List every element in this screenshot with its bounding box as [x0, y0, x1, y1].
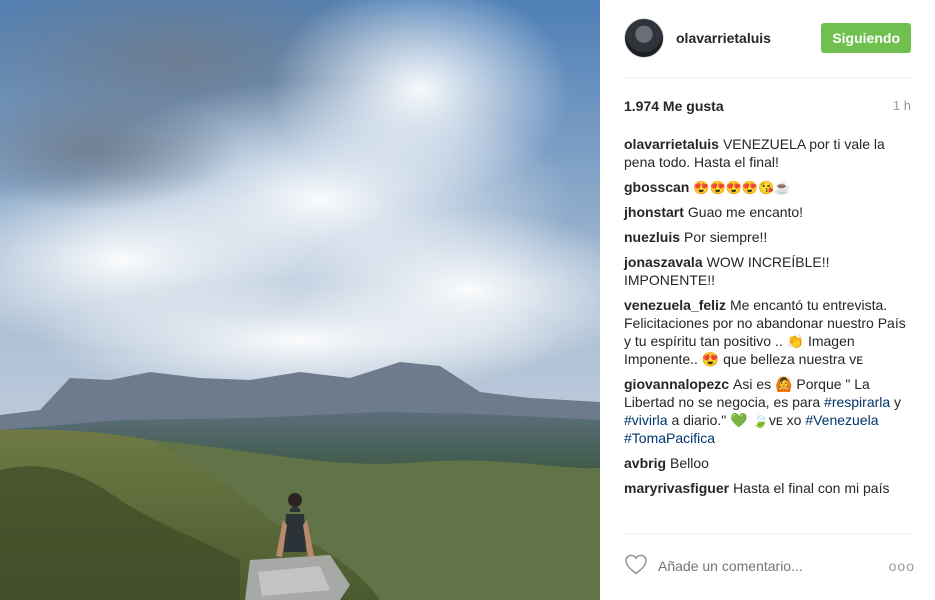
comment-username[interactable]: venezuela_feliz	[624, 297, 726, 313]
comment-username[interactable]: jonaszavala	[624, 254, 703, 270]
comment-text: Belloo	[670, 455, 709, 471]
add-comment-input[interactable]	[658, 558, 889, 574]
comment-item: venezuela_feliz Me encantó tu entrevista.…	[624, 296, 911, 368]
comment-item: jonaszavala WOW INCREÍBLE!! IMPONENTE!!	[624, 253, 911, 289]
footer-divider	[624, 533, 911, 534]
hashtag-link[interactable]: #TomaPacifica	[624, 430, 715, 446]
comment-username[interactable]: jhonstart	[624, 204, 684, 220]
post-header: olavarrietaluis Siguiendo	[624, 16, 911, 60]
comment-item: giovannalopezc Asi es 🙆 Porque " La Liber…	[624, 375, 911, 447]
post-username[interactable]: olavarrietaluis	[676, 30, 821, 46]
comment-text: Guao me encanto!	[687, 204, 804, 220]
comment-username[interactable]: giovannalopezc	[624, 376, 729, 392]
comment-username[interactable]: olavarrietaluis	[624, 136, 719, 152]
following-button[interactable]: Siguiendo	[821, 23, 911, 53]
comments-list: olavarrietaluis VENEZUELA por ti vale la …	[624, 135, 911, 504]
heart-outline-icon[interactable]	[624, 553, 648, 580]
comment-text: 😍😍😍😍😘☕	[693, 180, 791, 195]
comment-item: olavarrietaluis VENEZUELA por ti vale la …	[624, 135, 911, 171]
comment-username[interactable]: avbrig	[624, 455, 666, 471]
post-sidebar: olavarrietaluis Siguiendo 1.974 Me gusta…	[600, 0, 935, 600]
instagram-post-view: olavarrietaluis Siguiendo 1.974 Me gusta…	[0, 0, 935, 600]
post-photo[interactable]	[0, 0, 600, 600]
comment-item: jhonstart Guao me encanto!	[624, 203, 911, 221]
likes-row: 1.974 Me gusta 1 h	[624, 98, 911, 114]
user-avatar[interactable]	[624, 18, 664, 58]
comment-text: y	[890, 394, 902, 410]
hashtag-link[interactable]: #vivirla	[624, 412, 668, 428]
comment-item: maryrivasfiguer Hasta el final con mi paí…	[624, 479, 911, 497]
comment-item: avbrig Belloo	[624, 454, 911, 472]
post-timestamp[interactable]: 1 h	[893, 98, 911, 114]
comment-text: Por siempre!!	[684, 229, 768, 245]
add-comment-row: ooo	[624, 554, 915, 578]
more-options-icon[interactable]: ooo	[889, 558, 915, 574]
comment-username[interactable]: gbosscan	[624, 179, 689, 195]
comment-username[interactable]: nuezluis	[624, 229, 680, 245]
comment-username[interactable]: maryrivasfiguer	[624, 480, 729, 496]
hashtag-link[interactable]: #Venezuela	[805, 412, 878, 428]
comment-text: a diario." 💚 🍃ᴠᴇ xo	[667, 412, 806, 428]
hashtag-link[interactable]: #respirarla	[824, 394, 890, 410]
comment-item: gbosscan 😍😍😍😍😘☕	[624, 178, 911, 196]
header-divider	[624, 77, 911, 78]
likes-count[interactable]: 1.974 Me gusta	[624, 98, 724, 114]
landscape-photo	[0, 0, 600, 600]
comment-item: nuezluis Por siempre!!	[624, 228, 911, 246]
comment-text: Hasta el final con mi país	[733, 480, 890, 496]
